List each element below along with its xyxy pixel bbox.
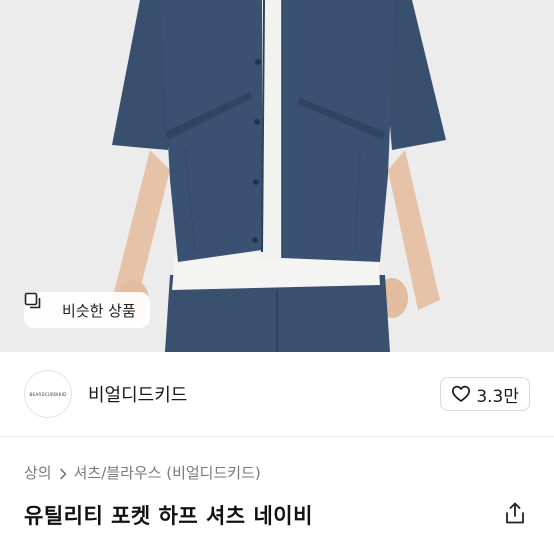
- shop-name[interactable]: 비얼디드키드: [88, 381, 440, 407]
- like-button[interactable]: 3.3만: [440, 377, 530, 411]
- divider: [0, 436, 554, 437]
- shop-logo-text: BEARDCURBIKID: [29, 391, 67, 397]
- shop-row[interactable]: BEARDCURBIKID 비얼디드키드 3.3만: [0, 352, 554, 436]
- share-button[interactable]: [502, 502, 528, 528]
- shop-logo[interactable]: BEARDCURBIKID: [24, 370, 72, 418]
- breadcrumb-item-category[interactable]: 상의: [24, 462, 52, 483]
- similar-products-icon: [24, 292, 54, 319]
- breadcrumb-item-subcategory[interactable]: 셔츠/블라우스 (비얼디드키드): [74, 462, 261, 483]
- heart-outline-icon: [451, 384, 471, 404]
- breadcrumb: 상의 셔츠/블라우스 (비얼디드키드): [24, 460, 261, 484]
- product-title: 유틸리티 포켓 하프 셔츠 네이비: [24, 504, 313, 528]
- similar-products-label: 비슷한 상품: [62, 301, 136, 320]
- chevron-right-icon: [58, 466, 68, 480]
- like-count: 3.3만: [476, 386, 519, 407]
- similar-products-button[interactable]: 비슷한 상품: [24, 292, 150, 328]
- product-image[interactable]: 비슷한 상품: [0, 0, 554, 352]
- share-icon: [504, 501, 526, 529]
